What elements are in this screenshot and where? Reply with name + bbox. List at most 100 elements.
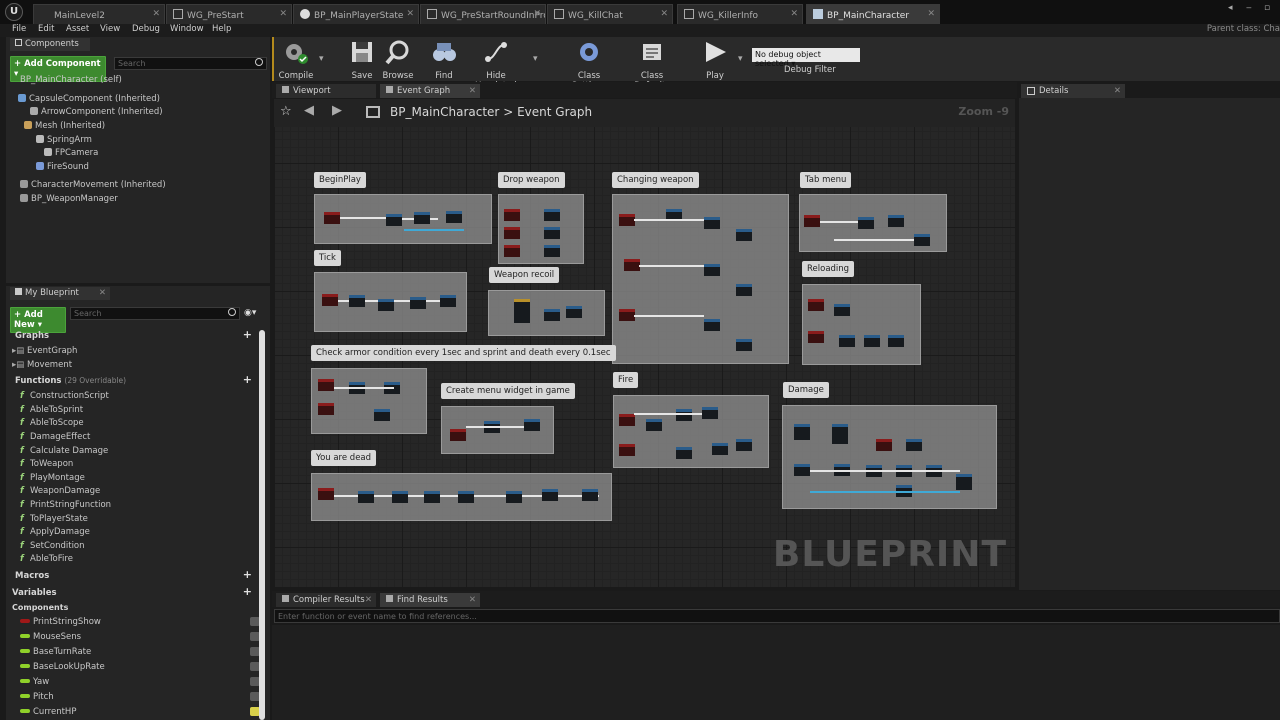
graph-node[interactable] xyxy=(736,229,752,241)
favorite-star-icon[interactable]: ☆ xyxy=(280,104,292,119)
graph-movement[interactable]: ▸▤ Movement xyxy=(12,360,72,370)
comment-box[interactable] xyxy=(782,405,997,509)
breadcrumb-root[interactable]: BP_MainCharacter xyxy=(390,105,499,119)
graph-node[interactable] xyxy=(858,217,874,229)
save-button[interactable]: Save xyxy=(344,39,380,81)
view-options-icon[interactable]: ◉▾ xyxy=(244,308,256,318)
comment-title[interactable]: Changing weapon xyxy=(612,172,699,188)
find-references-input[interactable]: Enter function or event name to find ref… xyxy=(274,609,1280,623)
macros-header[interactable]: Macros xyxy=(15,571,49,581)
blueprint-search-input[interactable]: Search xyxy=(70,307,240,320)
components-search-input[interactable]: Search xyxy=(114,57,267,70)
comment-title[interactable]: BeginPlay xyxy=(314,172,366,188)
breadcrumb-leaf[interactable]: Event Graph xyxy=(517,105,592,119)
graph-node[interactable] xyxy=(712,443,728,455)
function-item[interactable]: f Calculate Damage xyxy=(20,446,108,456)
add-variable-button[interactable]: + xyxy=(243,585,252,598)
close-icon[interactable]: ✕ xyxy=(469,86,476,96)
variable-item[interactable]: MouseSens xyxy=(20,632,260,642)
function-item[interactable]: f ConstructionScript xyxy=(20,391,109,401)
tab-wg-killerinfo[interactable]: WG_KillerInfo ✕ xyxy=(677,4,803,24)
graph-node[interactable] xyxy=(504,209,520,221)
tab-find-results[interactable]: Find Results ✕ xyxy=(380,593,480,607)
graph-node[interactable] xyxy=(794,424,810,440)
graph-node[interactable] xyxy=(702,407,718,419)
tab-wg-killchat[interactable]: WG_KillChat ✕ xyxy=(547,4,673,24)
graph-node[interactable] xyxy=(544,245,560,257)
event-graph-canvas[interactable]: ☆ ◀ ▶ BP_MainCharacter > Event Graph Zoo… xyxy=(274,99,1015,587)
tab-compiler-results[interactable]: Compiler Results ✕ xyxy=(276,593,376,607)
graph-node[interactable] xyxy=(704,217,720,229)
graph-node[interactable] xyxy=(544,209,560,221)
graph-node[interactable] xyxy=(506,491,522,503)
graph-node[interactable] xyxy=(736,439,752,451)
graph-node[interactable] xyxy=(839,335,855,347)
graph-node[interactable] xyxy=(834,304,850,316)
function-item[interactable]: f PrintStringFunction xyxy=(20,500,111,510)
close-icon[interactable]: ✕ xyxy=(469,595,476,605)
graph-node[interactable] xyxy=(736,339,752,351)
add-macro-button[interactable]: + xyxy=(243,568,252,581)
graph-node[interactable] xyxy=(646,419,662,431)
graph-node[interactable] xyxy=(676,409,692,421)
graph-node[interactable] xyxy=(322,294,338,306)
variables-components-header[interactable]: Components xyxy=(12,603,68,612)
variable-item[interactable]: Yaw xyxy=(20,677,260,687)
graph-node[interactable] xyxy=(619,309,635,321)
graph-node[interactable] xyxy=(410,297,426,309)
function-item[interactable]: f ApplyDamage xyxy=(20,527,90,537)
close-icon[interactable]: ✕ xyxy=(152,9,160,19)
minimize-icon[interactable]: ‒ xyxy=(1246,3,1252,13)
graph-node[interactable] xyxy=(619,414,635,426)
graph-node[interactable] xyxy=(619,444,635,456)
compile-options-icon[interactable]: ▾ xyxy=(319,54,324,64)
component-firesound[interactable]: FireSound xyxy=(36,162,89,172)
tab-bp-mainplayerstate[interactable]: BP_MainPlayerState ✕ xyxy=(293,4,419,24)
tab-wg-prestartroundinprog[interactable]: WG_PreStartRoundInProg ✕ xyxy=(420,4,546,24)
close-icon[interactable]: ✕ xyxy=(99,288,106,298)
graph-node[interactable] xyxy=(704,319,720,331)
menu-view[interactable]: View xyxy=(100,24,120,34)
menu-file[interactable]: File xyxy=(12,24,26,34)
graph-node[interactable] xyxy=(349,295,365,307)
component-capsule[interactable]: CapsuleComponent (Inherited) xyxy=(18,94,160,104)
component-fpcamera[interactable]: FPCamera xyxy=(44,148,98,158)
component-springarm[interactable]: SpringArm xyxy=(36,135,92,145)
graph-node[interactable] xyxy=(318,379,334,391)
graph-node[interactable] xyxy=(378,299,394,311)
graph-node[interactable] xyxy=(956,474,972,490)
components-tab[interactable]: Components xyxy=(10,38,90,51)
graph-node[interactable] xyxy=(619,214,635,226)
forward-arrow-icon[interactable]: ▶ xyxy=(332,103,342,118)
graph-node[interactable] xyxy=(832,424,848,444)
hide-options-icon[interactable]: ▾ xyxy=(533,54,538,64)
graph-node[interactable] xyxy=(544,309,560,321)
my-blueprint-scrollbar[interactable] xyxy=(259,330,265,720)
function-item[interactable]: f WeaponDamage xyxy=(20,486,100,496)
add-function-button[interactable]: + xyxy=(243,373,252,386)
back-arrow-icon[interactable]: ◀ xyxy=(304,103,314,118)
graph-node[interactable] xyxy=(504,245,520,257)
component-charactermovement[interactable]: CharacterMovement (Inherited) xyxy=(20,180,166,190)
add-graph-button[interactable]: + xyxy=(243,328,252,341)
graph-eventgraph[interactable]: ▸▤ EventGraph xyxy=(12,346,77,356)
graph-node[interactable] xyxy=(450,429,466,441)
tab-wg-prestart[interactable]: WG_PreStart ✕ xyxy=(166,4,292,24)
comment-title[interactable]: Reloading xyxy=(802,261,855,277)
graph-node[interactable] xyxy=(876,439,892,451)
graph-node[interactable] xyxy=(544,227,560,239)
graph-node[interactable] xyxy=(318,488,334,500)
graph-node[interactable] xyxy=(504,227,520,239)
notification-icon[interactable]: ◂ xyxy=(1228,3,1233,13)
variable-item[interactable]: PrintStringShow xyxy=(20,617,260,627)
close-icon[interactable]: ✕ xyxy=(279,9,287,19)
graph-node[interactable] xyxy=(888,335,904,347)
graph-node[interactable] xyxy=(542,489,558,501)
close-icon[interactable]: ✕ xyxy=(927,9,935,19)
function-item[interactable]: f ToPlayerState xyxy=(20,514,88,524)
graph-node[interactable] xyxy=(318,403,334,415)
play-options-icon[interactable]: ▾ xyxy=(738,54,743,64)
functions-header[interactable]: Functions (29 Overridable) xyxy=(15,376,126,386)
graph-node[interactable] xyxy=(324,212,340,224)
graph-node[interactable] xyxy=(358,491,374,503)
